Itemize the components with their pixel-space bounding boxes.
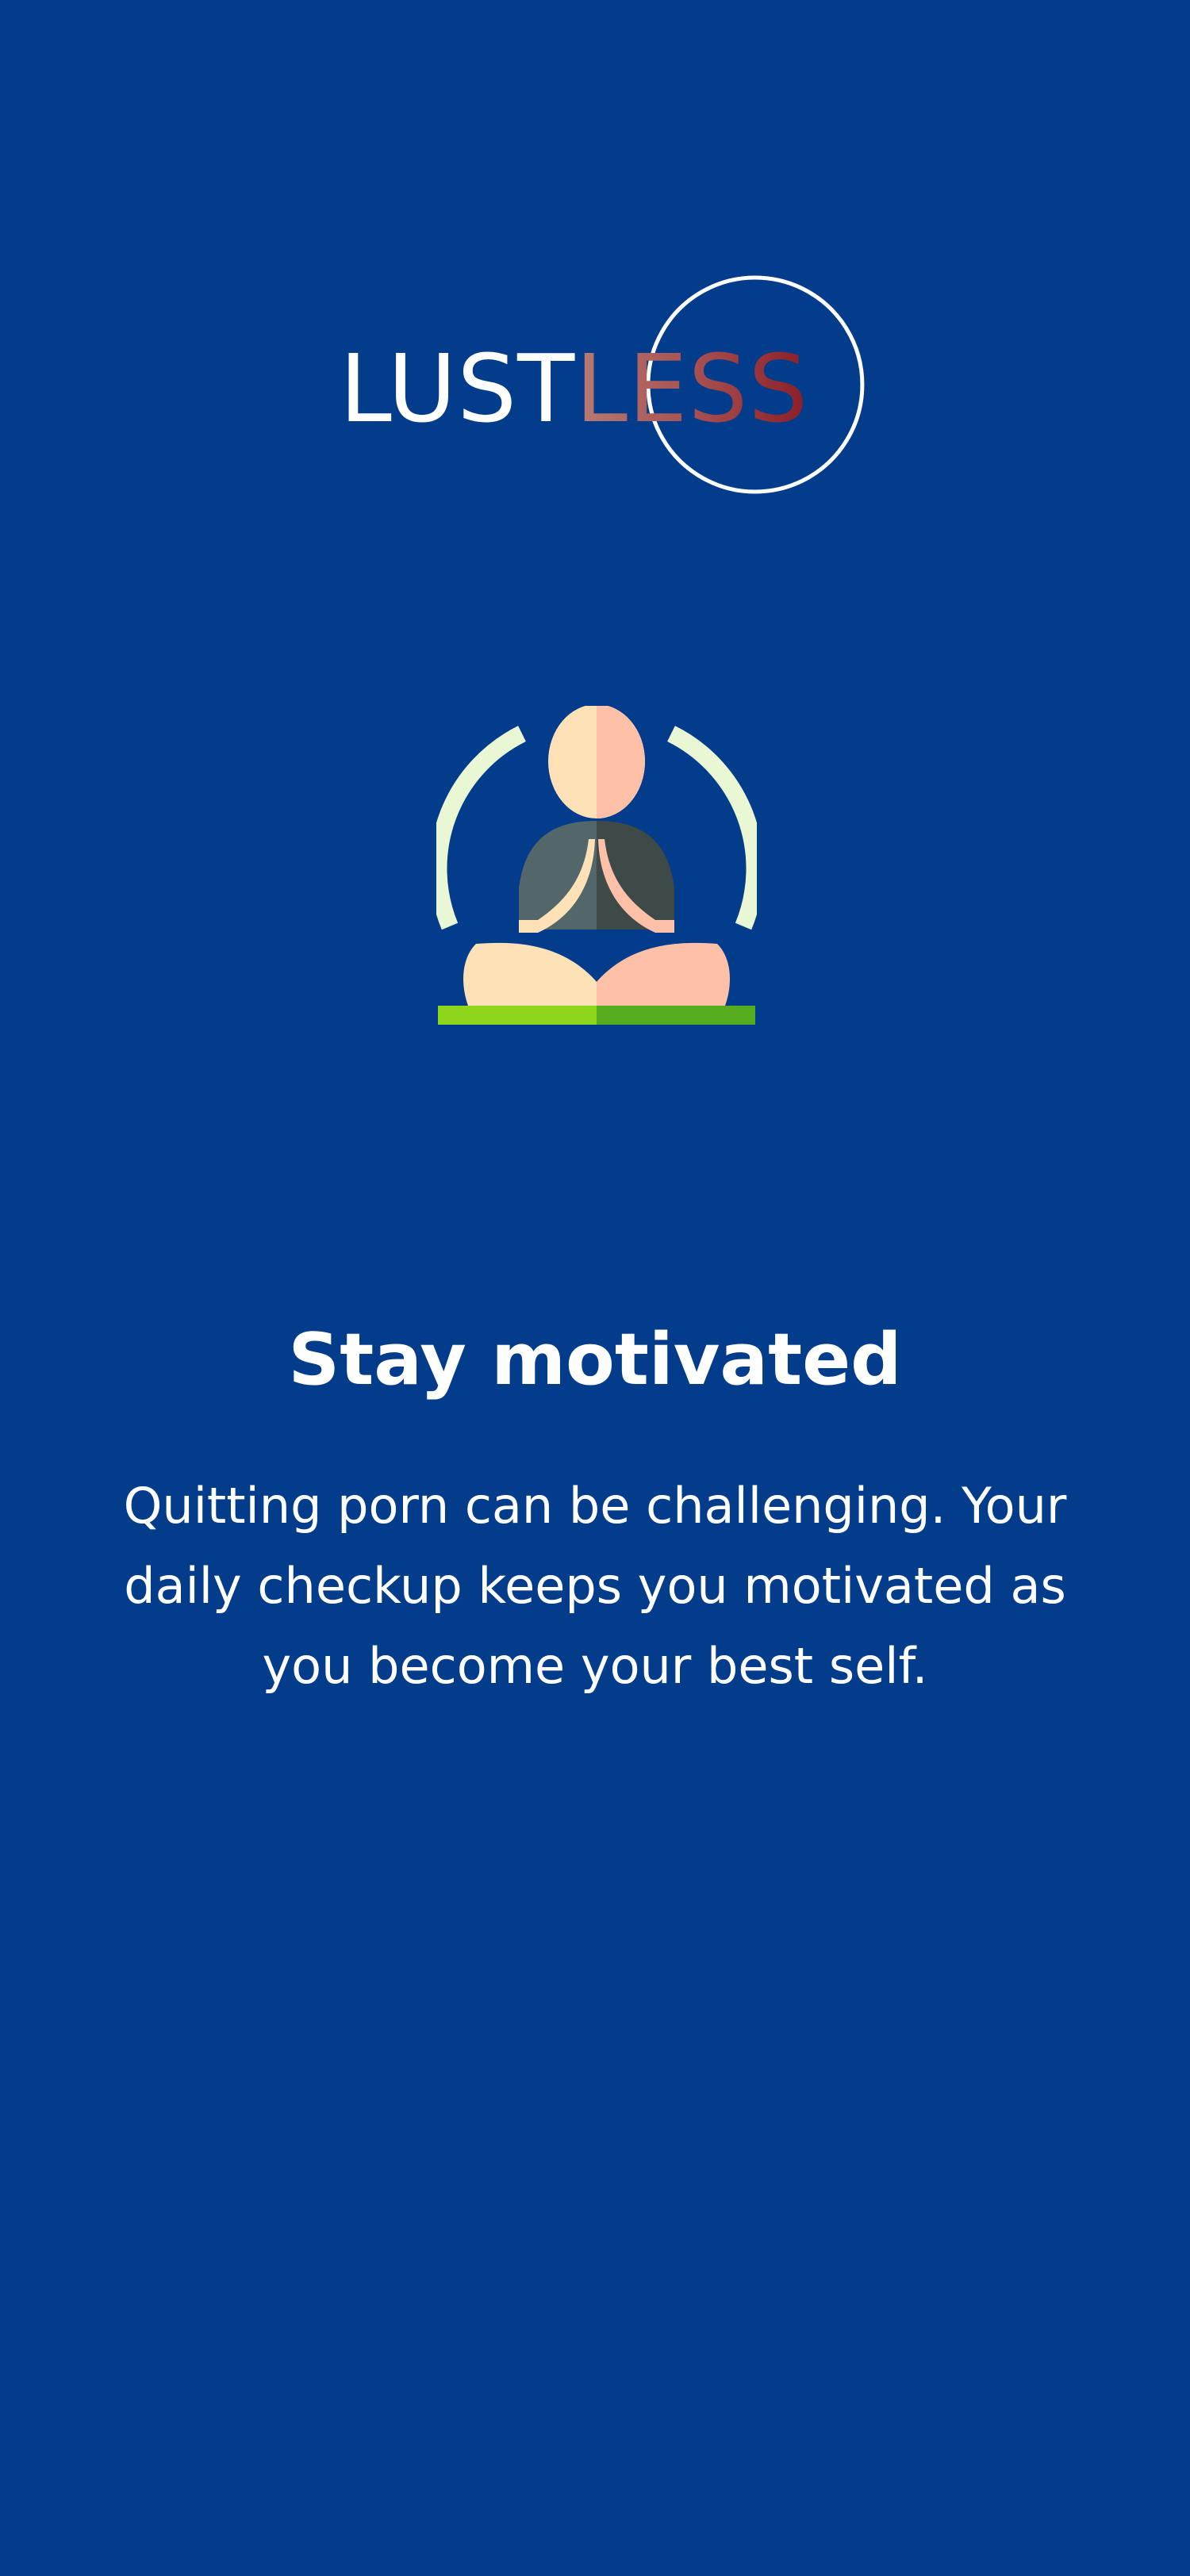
- page-title: Stay motivated: [288, 1318, 902, 1401]
- logo-wordmark-part-1: LUST: [340, 334, 576, 443]
- meditation-figure-icon: [436, 706, 757, 1031]
- onboarding-screen: LUSTLESS Stay motivated Quitting porn ca…: [0, 0, 1190, 2576]
- page-description: Quitting porn can be challenging. Your d…: [123, 1477, 1067, 1695]
- logo-wordmark-part-2: LESS: [575, 334, 809, 443]
- logo-wordmark: LUSTLESS: [340, 333, 808, 444]
- meditation-figure-svg: [436, 706, 757, 1025]
- app-logo: LUSTLESS: [333, 275, 865, 508]
